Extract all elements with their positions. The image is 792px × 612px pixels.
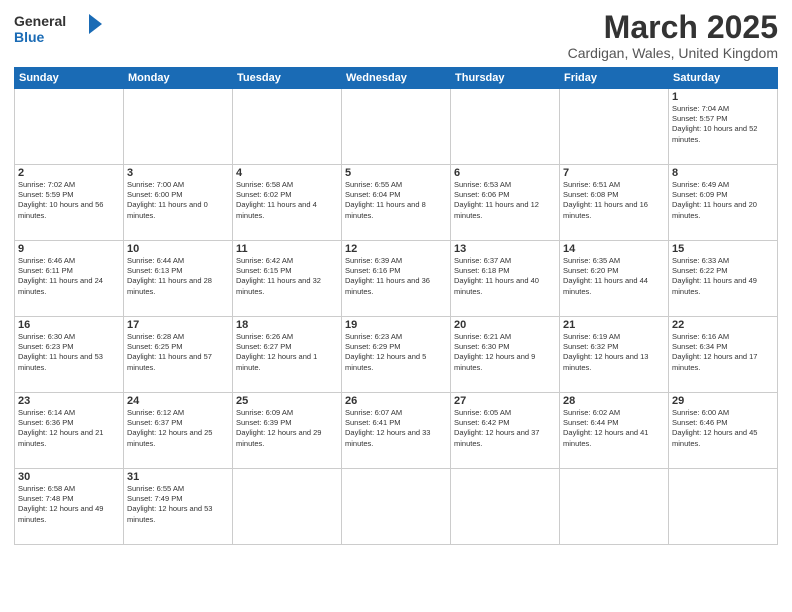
day-22: 22 Sunrise: 6:16 AMSunset: 6:34 PMDaylig… <box>669 317 778 393</box>
empty-cell <box>669 469 778 545</box>
header-wednesday: Wednesday <box>342 68 451 89</box>
table-row: 2 Sunrise: 7:02 AMSunset: 5:59 PMDayligh… <box>15 165 778 241</box>
empty-cell <box>342 469 451 545</box>
day-26: 26 Sunrise: 6:07 AMSunset: 6:41 PMDaylig… <box>342 393 451 469</box>
empty-cell <box>233 89 342 165</box>
day-18: 18 Sunrise: 6:26 AMSunset: 6:27 PMDaylig… <box>233 317 342 393</box>
table-row: 23 Sunrise: 6:14 AMSunset: 6:36 PMDaylig… <box>15 393 778 469</box>
title-block: March 2025 Cardigan, Wales, United Kingd… <box>568 10 778 61</box>
day-16: 16 Sunrise: 6:30 AMSunset: 6:23 PMDaylig… <box>15 317 124 393</box>
header-tuesday: Tuesday <box>233 68 342 89</box>
empty-cell <box>15 89 124 165</box>
empty-cell <box>342 89 451 165</box>
day-25: 25 Sunrise: 6:09 AMSunset: 6:39 PMDaylig… <box>233 393 342 469</box>
header-sunday: Sunday <box>15 68 124 89</box>
day-8: 8 Sunrise: 6:49 AMSunset: 6:09 PMDayligh… <box>669 165 778 241</box>
day-10: 10 Sunrise: 6:44 AMSunset: 6:13 PMDaylig… <box>124 241 233 317</box>
day-9: 9 Sunrise: 6:46 AMSunset: 6:11 PMDayligh… <box>15 241 124 317</box>
day-15: 15 Sunrise: 6:33 AMSunset: 6:22 PMDaylig… <box>669 241 778 317</box>
logo: General Blue <box>14 10 104 48</box>
empty-cell <box>451 89 560 165</box>
day-30: 30 Sunrise: 6:58 AMSunset: 7:48 PMDaylig… <box>15 469 124 545</box>
month-title: March 2025 <box>568 10 778 45</box>
header-saturday: Saturday <box>669 68 778 89</box>
header: General Blue March 2025 Cardigan, Wales,… <box>14 10 778 61</box>
day-24: 24 Sunrise: 6:12 AMSunset: 6:37 PMDaylig… <box>124 393 233 469</box>
day-14: 14 Sunrise: 6:35 AMSunset: 6:20 PMDaylig… <box>560 241 669 317</box>
table-row: 16 Sunrise: 6:30 AMSunset: 6:23 PMDaylig… <box>15 317 778 393</box>
empty-cell <box>233 469 342 545</box>
page: General Blue March 2025 Cardigan, Wales,… <box>0 0 792 612</box>
header-thursday: Thursday <box>451 68 560 89</box>
logo-svg: General Blue <box>14 10 104 48</box>
table-row: 30 Sunrise: 6:58 AMSunset: 7:48 PMDaylig… <box>15 469 778 545</box>
day-29: 29 Sunrise: 6:00 AMSunset: 6:46 PMDaylig… <box>669 393 778 469</box>
day-20: 20 Sunrise: 6:21 AMSunset: 6:30 PMDaylig… <box>451 317 560 393</box>
day-28: 28 Sunrise: 6:02 AMSunset: 6:44 PMDaylig… <box>560 393 669 469</box>
table-row: 1 Sunrise: 7:04 AM Sunset: 5:57 PM Dayli… <box>15 89 778 165</box>
subtitle: Cardigan, Wales, United Kingdom <box>568 45 778 61</box>
table-row: 9 Sunrise: 6:46 AMSunset: 6:11 PMDayligh… <box>15 241 778 317</box>
day-5: 5 Sunrise: 6:55 AMSunset: 6:04 PMDayligh… <box>342 165 451 241</box>
empty-cell <box>451 469 560 545</box>
day-4: 4 Sunrise: 6:58 AMSunset: 6:02 PMDayligh… <box>233 165 342 241</box>
day-31: 31 Sunrise: 6:55 AMSunset: 7:49 PMDaylig… <box>124 469 233 545</box>
header-monday: Monday <box>124 68 233 89</box>
header-friday: Friday <box>560 68 669 89</box>
day-21: 21 Sunrise: 6:19 AMSunset: 6:32 PMDaylig… <box>560 317 669 393</box>
day-13: 13 Sunrise: 6:37 AMSunset: 6:18 PMDaylig… <box>451 241 560 317</box>
day-3: 3 Sunrise: 7:00 AMSunset: 6:00 PMDayligh… <box>124 165 233 241</box>
day-11: 11 Sunrise: 6:42 AMSunset: 6:15 PMDaylig… <box>233 241 342 317</box>
day-6: 6 Sunrise: 6:53 AMSunset: 6:06 PMDayligh… <box>451 165 560 241</box>
weekday-header-row: Sunday Monday Tuesday Wednesday Thursday… <box>15 68 778 89</box>
day-19: 19 Sunrise: 6:23 AMSunset: 6:29 PMDaylig… <box>342 317 451 393</box>
day-2: 2 Sunrise: 7:02 AMSunset: 5:59 PMDayligh… <box>15 165 124 241</box>
svg-text:General: General <box>14 13 66 29</box>
empty-cell <box>124 89 233 165</box>
day-7: 7 Sunrise: 6:51 AMSunset: 6:08 PMDayligh… <box>560 165 669 241</box>
empty-cell <box>560 469 669 545</box>
day-17: 17 Sunrise: 6:28 AMSunset: 6:25 PMDaylig… <box>124 317 233 393</box>
day-1: 1 Sunrise: 7:04 AM Sunset: 5:57 PM Dayli… <box>669 89 778 165</box>
day-27: 27 Sunrise: 6:05 AMSunset: 6:42 PMDaylig… <box>451 393 560 469</box>
day-12: 12 Sunrise: 6:39 AMSunset: 6:16 PMDaylig… <box>342 241 451 317</box>
empty-cell <box>560 89 669 165</box>
calendar: Sunday Monday Tuesday Wednesday Thursday… <box>14 67 778 545</box>
day-23: 23 Sunrise: 6:14 AMSunset: 6:36 PMDaylig… <box>15 393 124 469</box>
svg-text:Blue: Blue <box>14 29 45 45</box>
